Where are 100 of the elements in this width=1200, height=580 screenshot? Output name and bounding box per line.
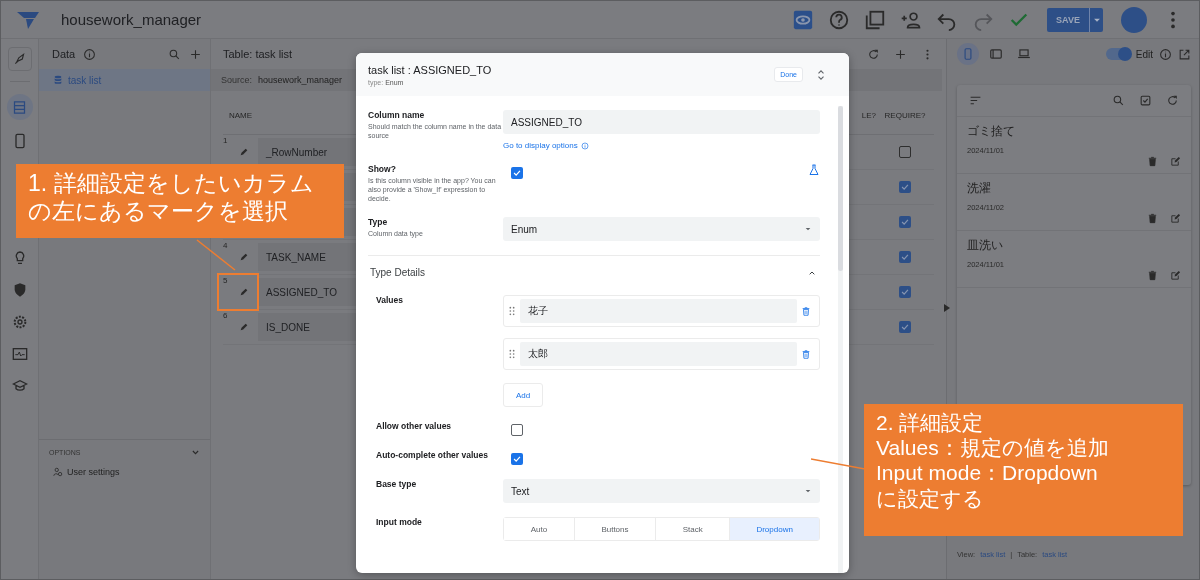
callout-text: Values：規定の値を追加	[876, 435, 1110, 461]
pencil-icon[interactable]	[239, 252, 249, 262]
require-checkbox[interactable]	[899, 321, 911, 333]
app-title: housework_manager	[61, 11, 203, 28]
user-settings-icon	[53, 467, 63, 477]
sort-icon[interactable]	[969, 94, 982, 107]
require-checkbox[interactable]	[899, 216, 911, 228]
edit-icon[interactable]	[1170, 156, 1181, 167]
graduation-cap-icon[interactable]	[11, 378, 28, 394]
delete-icon[interactable]	[801, 348, 811, 360]
value-field[interactable]: 花子	[520, 299, 797, 324]
field-label: Input mode	[376, 517, 423, 528]
source-label: Source:	[221, 75, 253, 85]
field-label: Base type	[376, 479, 418, 490]
checkbox[interactable]	[511, 453, 523, 466]
edit-icon[interactable]	[1170, 213, 1181, 224]
field-label: Auto-complete other values	[376, 450, 489, 461]
require-checkbox[interactable]	[899, 286, 911, 298]
trash-icon[interactable]	[1147, 156, 1158, 167]
highlight-frame	[217, 273, 259, 311]
delete-icon[interactable]	[801, 305, 811, 317]
database-icon	[53, 75, 63, 85]
row-number: 5	[223, 275, 229, 285]
pencil-icon[interactable]	[239, 287, 249, 297]
add-button[interactable]: Add	[503, 383, 543, 408]
checkbox-icon[interactable]	[1139, 94, 1152, 107]
open-external-icon[interactable]	[1178, 47, 1191, 61]
item-title: ゴミ捨て	[967, 123, 1016, 140]
segment-button[interactable]: Dropdown	[730, 518, 819, 541]
table-icon	[12, 99, 27, 115]
copy-icon[interactable]	[864, 8, 886, 31]
info-icon	[580, 141, 589, 150]
row-number: 4	[223, 240, 229, 250]
field-label: Values	[376, 295, 404, 306]
logo-icon	[15, 9, 41, 30]
options-item[interactable]: User settings	[49, 457, 200, 477]
tablet-icon	[989, 47, 1003, 61]
value-field[interactable]: 太郎	[520, 342, 797, 367]
search-icon[interactable]	[1112, 94, 1125, 107]
callout-text: 1. 詳細設定をしたいカラム	[28, 170, 315, 198]
column-header: NAME	[228, 111, 253, 120]
edit-toggle[interactable]	[1105, 48, 1130, 60]
callout-text: 2. 詳細設定	[876, 410, 985, 436]
add-icon[interactable]	[189, 47, 202, 61]
expand-icon[interactable]	[817, 69, 825, 80]
edit-icon[interactable]	[1170, 270, 1181, 281]
checkbox[interactable]	[511, 167, 523, 179]
select-field[interactable]: Enum	[503, 217, 820, 242]
callout-text: に設定する	[876, 485, 985, 511]
field-label: Column name	[368, 110, 426, 120]
search-icon[interactable]	[168, 47, 181, 61]
launch-button[interactable]	[7, 47, 32, 71]
require-checkbox[interactable]	[899, 146, 911, 158]
add-icon[interactable]	[894, 47, 907, 61]
dialog-title: task list : ASSIGNED_TO	[368, 63, 493, 76]
field-label: Show?	[368, 164, 397, 174]
trash-icon[interactable]	[1147, 270, 1158, 281]
require-checkbox[interactable]	[899, 181, 911, 193]
rocket-icon	[12, 52, 27, 66]
field-label: Allow other values	[376, 421, 453, 432]
avatar[interactable]	[1121, 6, 1147, 33]
laptop-icon	[1017, 47, 1031, 61]
trash-icon[interactable]	[1147, 213, 1158, 224]
column-header: LE?	[860, 111, 876, 120]
pencil-icon[interactable]	[239, 147, 249, 157]
callout-text: の左にあるマークを選択	[28, 197, 289, 226]
help-icon[interactable]	[828, 8, 850, 31]
info-icon	[1159, 47, 1172, 61]
phone-icon	[961, 47, 975, 61]
edit-label: Edit	[1135, 48, 1153, 60]
select-field[interactable]: Text	[503, 479, 820, 504]
drag-handle-icon[interactable]	[508, 349, 516, 360]
save-dropdown-button[interactable]	[1089, 7, 1103, 32]
refresh-icon[interactable]	[867, 47, 880, 61]
data-nav-button[interactable]	[6, 94, 33, 120]
drag-handle-icon[interactable]	[508, 306, 516, 317]
row-number: 1	[223, 135, 229, 145]
callout-text: Input mode：Dropdown	[876, 460, 1099, 486]
column-name-field[interactable]: ASSIGNED_TO	[503, 110, 820, 134]
table-title: Table: task list	[223, 48, 294, 60]
preview-icon[interactable]	[792, 8, 814, 31]
require-checkbox[interactable]	[899, 251, 911, 263]
segment-button[interactable]: Auto	[504, 518, 575, 541]
column-header: REQUIRE?	[883, 111, 927, 120]
settings-icon[interactable]	[11, 314, 28, 330]
info-icon	[83, 47, 97, 61]
checkbox[interactable]	[511, 424, 523, 437]
collapse-arrow-icon[interactable]	[944, 304, 950, 312]
refresh-icon[interactable]	[1166, 94, 1179, 107]
monitor-icon[interactable]	[11, 346, 28, 362]
field-label: Type	[368, 217, 389, 228]
chevron-down-icon[interactable]	[191, 448, 200, 457]
row-number: 6	[223, 310, 229, 320]
flask-icon[interactable]	[808, 164, 820, 176]
panel-title: Data	[52, 48, 76, 60]
pencil-icon[interactable]	[239, 322, 249, 332]
item-title: 洗濯	[967, 180, 992, 197]
item-title: 皿洗い	[967, 237, 1004, 254]
scrollbar[interactable]	[838, 106, 843, 573]
section-header[interactable]: Type Details	[368, 255, 820, 290]
